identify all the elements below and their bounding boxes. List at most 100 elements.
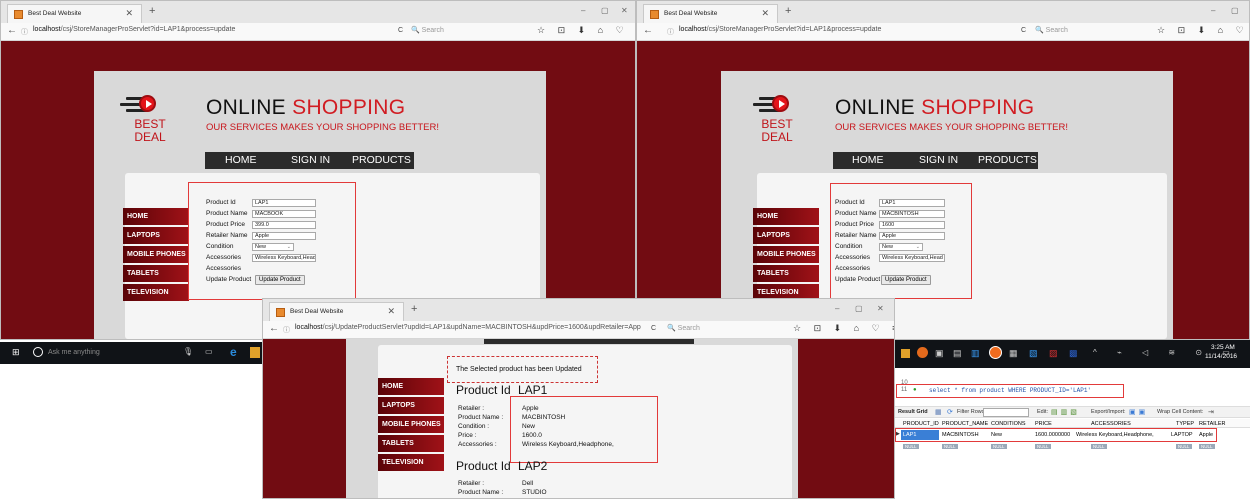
wrap-icon[interactable]: ⇥ [1208, 408, 1214, 416]
close-tab-icon[interactable]: ✕ [387, 306, 395, 317]
mic-icon[interactable]: 🎙 [183, 347, 193, 356]
maximize-button[interactable]: ▢ [1231, 6, 1239, 15]
address-bar[interactable]: localhost/csj/StoreManagerProServlet?id=… [33, 26, 235, 33]
accessories-input[interactable]: Wireless Keyboard,Head [879, 254, 945, 262]
product-price-input[interactable]: 1600 [879, 221, 945, 229]
reload-icon[interactable]: C [651, 325, 656, 332]
toolbar-icons[interactable]: ☆ ⊡ ⬇ ⌂ ♡ ≡ [537, 25, 635, 36]
app-icon-4[interactable]: ▦ [1009, 348, 1018, 359]
minimize-button[interactable]: – [581, 6, 585, 15]
browser-tab[interactable]: Best Deal Website ✕ [7, 4, 142, 23]
clock-date[interactable]: 11/14/2016 [1205, 353, 1237, 360]
edit-icons[interactable]: ▤▥▧ [1051, 408, 1080, 416]
firefox-icon[interactable] [917, 347, 928, 358]
sidenav-mobile[interactable]: MOBILE PHONES [123, 246, 189, 263]
menu-home[interactable]: HOME [225, 154, 257, 166]
sidenav-tablets[interactable]: TABLETS [753, 265, 819, 282]
close-tab-icon[interactable]: ✕ [761, 8, 769, 19]
new-tab-button[interactable]: + [149, 5, 155, 17]
grid-icon[interactable]: ▦ [935, 408, 942, 416]
menu-signin[interactable]: SIGN IN [291, 154, 330, 166]
info-icon[interactable]: ⓘ [667, 27, 674, 37]
update-product-button[interactable]: Update Product [255, 275, 305, 285]
condition-select[interactable]: New ⌄ [252, 243, 294, 251]
sidenav-tablets[interactable]: TABLETS [378, 435, 444, 452]
table-row-null[interactable]: NULL NULL NULL NULL NULL NULL NULL [895, 443, 1250, 451]
sidenav-laptops[interactable]: LAPTOPS [753, 227, 819, 244]
app-icon-6[interactable]: ▨ [1049, 348, 1058, 359]
new-tab-button[interactable]: + [785, 5, 791, 17]
close-window-button[interactable]: ✕ [621, 6, 628, 15]
cortana-icon[interactable] [33, 347, 43, 357]
app-icon-3[interactable]: ▥ [971, 348, 980, 359]
word-icon[interactable]: ▩ [1069, 348, 1078, 359]
col-accessories[interactable]: ACCESSORIES [1091, 421, 1131, 427]
col-retailer[interactable]: RETAILER [1199, 421, 1226, 427]
task-view-icon[interactable]: ▭ [205, 347, 213, 356]
sidenav-home[interactable]: HOME [753, 208, 819, 225]
update-product-button[interactable]: Update Product [881, 275, 931, 285]
menu-signin[interactable]: SIGN IN [919, 154, 958, 166]
windows-start-icon[interactable]: ⊞ [12, 347, 20, 358]
product-price-input[interactable]: 399.0 [252, 221, 316, 229]
app-icon-5[interactable]: ▧ [1029, 348, 1038, 359]
close-window-button[interactable]: ✕ [877, 304, 884, 313]
accessories-input[interactable]: Wireless Keyboard,Head [252, 254, 316, 262]
toolbar-icons[interactable]: ☆ ⊡ ⬇ ⌂ ♡ ≡ [793, 323, 894, 334]
col-price[interactable]: PRICE [1035, 421, 1052, 427]
filter-rows-input[interactable] [983, 408, 1029, 417]
maximize-button[interactable]: ▢ [855, 304, 863, 313]
minimize-button[interactable]: – [835, 304, 839, 313]
product-id-input[interactable]: LAP1 [879, 199, 945, 207]
clock-time[interactable]: 3:25 AM [1211, 344, 1235, 351]
col-product-name[interactable]: PRODUCT_NAME [942, 421, 988, 427]
app-icon-2[interactable]: ▤ [953, 348, 962, 359]
sidenav-laptops[interactable]: LAPTOPS [123, 227, 189, 244]
sidenav-television[interactable]: TELEVISION [123, 284, 189, 301]
search-box[interactable]: 🔍 Search [411, 26, 444, 34]
toolbar-icons[interactable]: ☆ ⊡ ⬇ ⌂ ♡ ≡ [1157, 25, 1249, 36]
product-name-input[interactable]: MACBOOK [252, 210, 316, 218]
address-bar[interactable]: localhost/csj/UpdateProductServlet?updId… [295, 324, 641, 331]
col-conditions[interactable]: CONDITIONS [991, 421, 1026, 427]
edge-icon[interactable]: e [230, 345, 237, 359]
back-arrow-icon[interactable]: ← [643, 25, 653, 36]
menu-products[interactable]: PRODUCTS [352, 154, 411, 166]
info-icon[interactable]: ⓘ [283, 325, 290, 335]
info-icon[interactable]: ⓘ [21, 27, 28, 37]
sidenav-mobile[interactable]: MOBILE PHONES [378, 416, 444, 433]
back-arrow-icon[interactable]: ← [7, 25, 17, 36]
sidenav-home[interactable]: HOME [378, 378, 444, 395]
col-product-id[interactable]: PRODUCT_ID [903, 421, 939, 427]
address-bar[interactable]: localhost/csj/StoreManagerProServlet?id=… [679, 26, 881, 33]
app-icon-1[interactable]: ▣ [935, 348, 944, 359]
cortana-search[interactable]: Ask me anything [48, 349, 100, 356]
search-box[interactable]: 🔍 Search [1035, 26, 1068, 34]
browser-tab[interactable]: Best Deal Website ✕ [643, 4, 778, 23]
menu-products[interactable]: PRODUCTS [978, 154, 1037, 166]
result-grid-tab[interactable]: Result Grid [898, 409, 928, 415]
back-arrow-icon[interactable]: ← [269, 323, 279, 334]
minimize-button[interactable]: – [1211, 6, 1215, 15]
active-app-icon[interactable] [989, 346, 1002, 359]
menu-home[interactable]: HOME [852, 154, 884, 166]
sidenav-tablets[interactable]: TABLETS [123, 265, 189, 282]
sidenav-home[interactable]: HOME [123, 208, 189, 225]
sidenav-mobile[interactable]: MOBILE PHONES [753, 246, 819, 263]
col-typep[interactable]: TYPEP [1176, 421, 1194, 427]
close-tab-icon[interactable]: ✕ [125, 8, 133, 19]
folder-icon[interactable] [901, 349, 910, 358]
reload-icon[interactable]: C [398, 27, 403, 34]
export-icons[interactable]: ▣▣ [1129, 408, 1148, 416]
maximize-button[interactable]: ▢ [601, 6, 609, 15]
reload-icon[interactable]: C [1021, 27, 1026, 34]
search-box[interactable]: 🔍 Search [667, 324, 700, 332]
new-tab-button[interactable]: + [411, 303, 417, 315]
browser-tab[interactable]: Best Deal Website ✕ [269, 302, 404, 321]
sidenav-television[interactable]: TELEVISION [378, 454, 444, 471]
condition-select[interactable]: New ⌄ [879, 243, 923, 251]
sidenav-laptops[interactable]: LAPTOPS [378, 397, 444, 414]
retailer-input[interactable]: Apple [252, 232, 316, 240]
refresh-icon[interactable]: ⟳ [947, 408, 953, 416]
product-id-input[interactable]: LAP1 [252, 199, 316, 207]
